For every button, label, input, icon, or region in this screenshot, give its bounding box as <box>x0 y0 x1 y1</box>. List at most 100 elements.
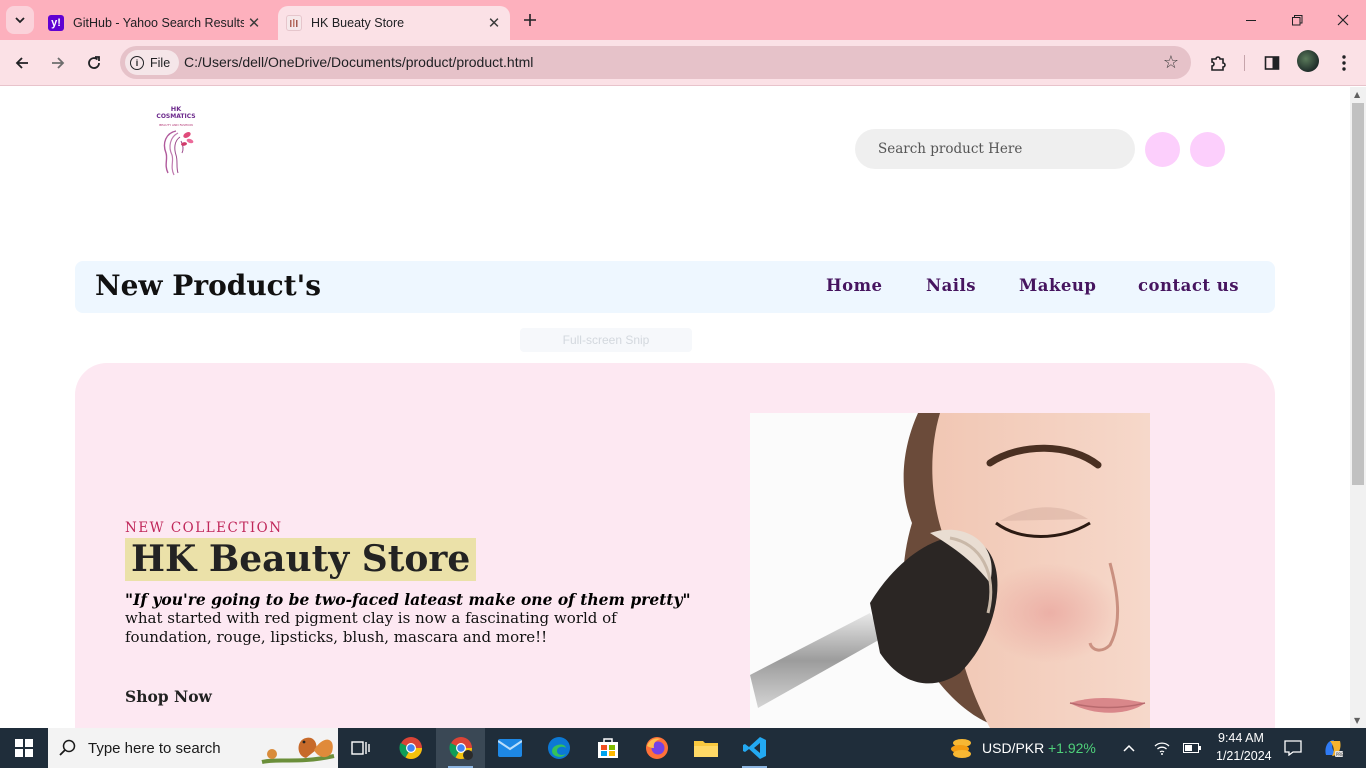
address-bar[interactable]: i File C:/Users/dell/OneDrive/Documents/… <box>120 46 1191 79</box>
edge-icon <box>547 737 570 759</box>
nav-link-contact-us[interactable]: contact us <box>1138 276 1239 295</box>
squirrel-icon <box>261 737 335 764</box>
taskbar-chrome-profile[interactable] <box>436 728 485 768</box>
clock-time[interactable]: 9:44 AM <box>1218 731 1264 745</box>
svg-text:PRE: PRE <box>1336 752 1344 757</box>
hero-eyebrow: NEW COLLECTION <box>125 520 283 536</box>
hero-description: what started with red pigment clay is no… <box>125 609 617 646</box>
taskbar-search-box[interactable]: Type here to search <box>48 728 338 768</box>
chevron-up-icon <box>1123 744 1135 752</box>
logo-text-hk: HK <box>170 105 182 113</box>
makeup-model-image <box>750 413 1150 728</box>
bookmark-star-icon[interactable]: ☆ <box>1163 52 1179 73</box>
notifications-button[interactable] <box>1280 728 1306 768</box>
mail-icon <box>497 739 522 757</box>
close-icon <box>1337 14 1349 26</box>
battery-button[interactable] <box>1180 728 1204 768</box>
logo-text-cosmatics: COSMATICS <box>156 113 196 120</box>
header-circle-button-2[interactable] <box>1190 132 1225 167</box>
close-tab-icon[interactable]: ✕ <box>244 13 264 33</box>
puzzle-icon <box>1211 56 1226 71</box>
tab-search-button[interactable] <box>6 6 34 34</box>
tab-title: HK Bueaty Store <box>311 16 405 30</box>
extensions-button[interactable] <box>1204 49 1232 77</box>
hero-title: HK Beauty Store <box>125 538 477 581</box>
forward-button[interactable] <box>44 49 72 77</box>
nav-link-makeup[interactable]: Makeup <box>1019 276 1096 295</box>
site-info-chip[interactable]: i File <box>125 50 180 75</box>
nav-link-home[interactable]: Home <box>826 276 883 295</box>
clock-date[interactable]: 1/21/2024 <box>1216 749 1272 763</box>
start-button[interactable] <box>0 728 48 768</box>
restore-icon <box>1291 14 1302 25</box>
shop-now-button[interactable]: Shop Now <box>125 687 212 706</box>
page-scrollbar[interactable]: ▲ ▼ <box>1350 87 1366 728</box>
arrow-left-icon <box>15 57 28 69</box>
taskbar-search-placeholder: Type here to search <box>88 739 221 757</box>
web-page: HK COSMATICS BEAUTY AND FASHION Search p… <box>0 87 1350 728</box>
wifi-icon <box>1154 742 1170 755</box>
chrome-icon <box>398 737 422 759</box>
copilot-button[interactable]: PRE <box>1318 728 1348 768</box>
url-text[interactable]: C:/Users/dell/OneDrive/Documents/product… <box>184 54 533 70</box>
tab-strip: y! GitHub - Yahoo Search Results ✕ HK Bu… <box>0 0 1366 40</box>
taskbar-vscode[interactable] <box>730 728 779 768</box>
side-panel-button[interactable] <box>1258 49 1286 77</box>
taskbar-store[interactable] <box>583 728 632 768</box>
network-button[interactable] <box>1150 728 1174 768</box>
taskbar-file-explorer[interactable] <box>681 728 730 768</box>
arrow-right-icon <box>52 57 65 69</box>
task-view-icon <box>350 741 370 755</box>
tab-hk-store[interactable]: HK Bueaty Store ✕ <box>278 6 510 40</box>
nav-link-nails[interactable]: Nails <box>926 276 976 295</box>
folder-icon <box>693 741 718 757</box>
browser-toolbar: i File C:/Users/dell/OneDrive/Documents/… <box>0 40 1366 86</box>
back-button[interactable] <box>8 49 36 77</box>
scroll-up-icon[interactable]: ▲ <box>1354 90 1360 99</box>
new-tab-button[interactable] <box>518 8 542 32</box>
product-search-input[interactable]: Search product Here <box>855 129 1135 169</box>
notification-icon <box>1284 740 1302 756</box>
side-panel-icon <box>1264 56 1280 70</box>
store-icon <box>597 738 618 758</box>
more-vertical-icon <box>1342 55 1346 71</box>
snip-overlay-label: Full-screen Snip <box>520 328 692 352</box>
chrome-icon <box>448 737 473 760</box>
show-hidden-icons-button[interactable] <box>1116 728 1142 768</box>
browser-menu-button[interactable] <box>1330 49 1358 77</box>
reload-button[interactable] <box>80 49 108 77</box>
currency-change: +1.92% <box>1048 740 1096 756</box>
hk-cosmetics-logo[interactable]: HK COSMATICS BEAUTY AND FASHION <box>150 105 202 179</box>
vscode-icon <box>742 737 766 759</box>
hero-quote: "If you're going to be two-faced lateast… <box>125 590 691 609</box>
plus-icon <box>524 14 536 26</box>
task-view-button[interactable] <box>336 728 385 768</box>
tab-title: GitHub - Yahoo Search Results <box>73 16 244 30</box>
site-navbar: New Product's Home Nails Makeup contact … <box>75 261 1275 313</box>
copilot-icon: PRE <box>1325 740 1344 757</box>
tab-yahoo-search[interactable]: y! GitHub - Yahoo Search Results ✕ <box>40 6 270 40</box>
taskbar-edge[interactable] <box>534 728 583 768</box>
taskbar-firefox[interactable] <box>632 728 681 768</box>
close-tab-icon[interactable]: ✕ <box>484 13 504 33</box>
profile-avatar[interactable] <box>1297 50 1319 72</box>
woman-silhouette-icon <box>163 130 194 176</box>
taskbar-chrome[interactable] <box>386 728 435 768</box>
close-window-button[interactable] <box>1320 0 1366 40</box>
scroll-down-icon[interactable]: ▼ <box>1354 716 1360 725</box>
site-chip-label: File <box>150 55 171 70</box>
minimize-icon <box>1245 19 1256 21</box>
windows-logo-icon <box>15 739 33 757</box>
currency-coins-icon <box>951 739 971 758</box>
taskbar-mail[interactable] <box>485 728 534 768</box>
minimize-button[interactable] <box>1228 0 1274 40</box>
chevron-down-icon <box>15 17 25 24</box>
brand-title: New Product's <box>95 269 321 302</box>
search-icon <box>48 739 88 757</box>
yahoo-icon: y! <box>48 15 64 31</box>
info-icon: i <box>130 55 144 70</box>
header-circle-button-1[interactable] <box>1145 132 1180 167</box>
currency-pair[interactable]: USD/PKR <box>982 740 1044 756</box>
scrollbar-thumb[interactable] <box>1352 103 1364 485</box>
restore-button[interactable] <box>1274 0 1320 40</box>
